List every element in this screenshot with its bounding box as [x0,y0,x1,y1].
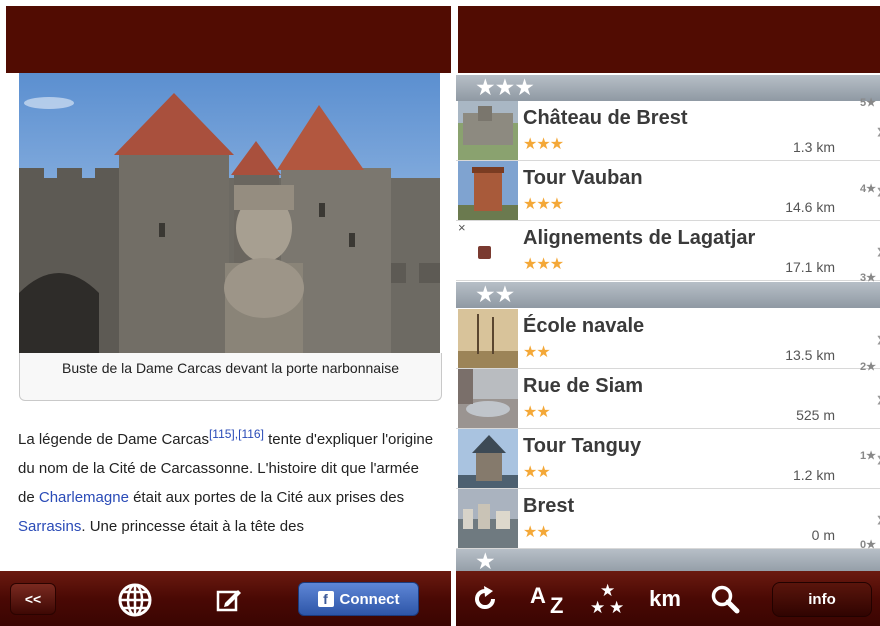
place-distance: 525 m [796,407,835,423]
place-name: Tour Tanguy [523,435,642,457]
index-2-stars[interactable]: 2★ [860,360,876,373]
info-label: info [808,591,836,608]
index-5-stars[interactable]: 5★ [860,96,876,109]
reference-link-116[interactable]: [116] [238,427,264,441]
place-name: Alignements de Lagatjar [523,227,756,249]
connect-label: Connect [339,590,400,608]
place-name: École navale [523,315,645,337]
place-stars: ★★ [523,524,551,541]
place-distance: 17.1 km [785,259,835,275]
index-3-stars[interactable]: 3★ [860,271,876,284]
back-button[interactable]: << [10,583,56,615]
sort-distance-button[interactable]: km [640,583,690,615]
article-pane: Buste de la Dame Carcas devant la porte … [0,0,451,626]
place-stars: ★★★ [523,256,564,273]
index-1-star[interactable]: 1★ [860,449,876,462]
section-header-3-stars: ★★★ [456,74,880,101]
article-text-3: était aux portes de la Cité aux prises d… [128,489,405,506]
article-photo[interactable] [19,73,440,353]
search-button[interactable] [708,582,742,616]
bottom-toolbar-right: A Z ★ ★ ★ km info [456,571,880,626]
sort-alpha-z: Z [550,593,564,618]
place-name: Rue de Siam [523,375,644,397]
sort-stars-icon: ★ ★ ★ [590,581,625,617]
list-item-brest[interactable]: Brest ★★ 0 m › [456,489,880,549]
sort-alpha-a: A [530,583,546,608]
index-0-stars[interactable]: 0★ [860,538,876,551]
language-button[interactable] [117,582,153,618]
top-bar [6,6,451,73]
sort-stars-button[interactable]: ★ ★ ★ [586,581,628,621]
place-thumbnail [458,489,518,548]
place-thumbnail [458,101,518,160]
place-distance: 13.5 km [785,347,835,363]
facebook-connect-button[interactable]: f Connect [298,582,419,616]
reference-link-115[interactable]: [115] [209,427,235,441]
section-stars: ★★★ [475,74,535,100]
place-stars: ★★★ [523,196,564,213]
place-thumbnail [458,309,518,368]
place-name: Château de Brest [523,107,688,129]
article-text-1: La légende de Dame Carcas [18,431,209,448]
link-sarrasins[interactable]: Sarrasins [18,518,81,535]
index-4-stars[interactable]: 4★ [860,182,876,195]
list-item-tour-tanguy[interactable]: Tour Tanguy ★★ 1.2 km › [456,429,880,489]
globe-icon [118,583,152,617]
list-item-ecole-navale[interactable]: École navale ★★ 13.5 km › [456,309,880,369]
sort-alpha-button[interactable]: A Z [528,581,572,619]
place-name: Tour Vauban [523,167,643,189]
place-stars: ★★ [523,344,551,361]
place-stars: ★★ [523,464,551,481]
link-charlemagne[interactable]: Charlemagne [39,489,129,506]
back-icon: << [24,591,42,607]
top-bar-right [458,6,880,73]
edit-icon [216,590,241,612]
search-icon [711,585,740,614]
castle-image [19,73,440,353]
refresh-icon [475,586,496,609]
article-text-4: . Une princesse était à la tête des [81,518,304,535]
place-thumbnail [458,429,518,488]
place-stars: ★★ [523,404,551,421]
places-pane: ★★★ Château de Brest ★★★ 1.3 km › Tour V… [456,0,880,626]
place-name: Brest [523,495,575,517]
list-item-rue-de-siam[interactable]: Rue de Siam ★★ 525 m › [456,369,880,429]
list-item-alignements-de-lagatjar[interactable]: × Alignements de Lagatjar ★★★ 17.1 km › [456,220,880,281]
list-item-tour-vauban[interactable]: Tour Vauban ★★★ 14.6 km › [456,161,880,221]
sort-distance-label: km [649,586,681,611]
refresh-button[interactable] [470,584,500,614]
photo-caption: Buste de la Dame Carcas devant la porte … [19,353,442,401]
section-header-2-stars: ★★ [456,281,880,308]
place-thumbnail [458,161,518,220]
edit-button[interactable] [214,585,244,615]
place-distance: 14.6 km [785,199,835,215]
place-distance: 1.2 km [792,467,835,483]
bottom-toolbar: << f Connect [0,571,451,626]
article-text: La légende de Dame Carcas[115],[116] ten… [18,425,438,541]
place-stars: ★★★ [523,136,564,153]
close-icon: × [458,220,466,235]
sort-alpha-icon: A Z [528,581,572,619]
place-thumbnail [458,369,518,428]
section-stars: ★★ [475,281,515,307]
place-distance: 0 m [811,527,835,543]
list-item-chateau-de-brest[interactable]: Château de Brest ★★★ 1.3 km › [456,101,880,161]
place-distance: 1.3 km [792,139,835,155]
facebook-icon: f [317,591,334,607]
info-button[interactable]: info [772,582,872,617]
place-placeholder-icon [478,246,491,259]
